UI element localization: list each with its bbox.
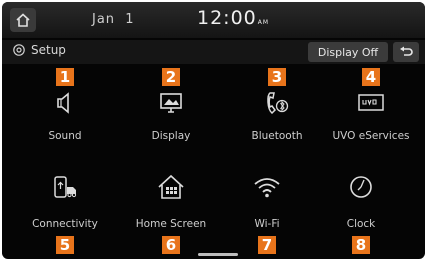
monitor-icon (157, 90, 185, 116)
page-title-label: Setup (31, 43, 66, 57)
page-title: Setup (12, 43, 66, 57)
callout-badge-6: 6 (162, 236, 180, 254)
phone-car-icon (50, 173, 80, 201)
bluetooth-phone-icon (262, 89, 292, 117)
home-icon (15, 13, 31, 27)
clock-label: Clock (346, 218, 376, 230)
connectivity-label: Connectivity (32, 218, 98, 230)
time-suffix: AM (257, 19, 270, 26)
infotainment-screen: Jan 1 12:00AM Setup Display Off 1 Sound … (2, 2, 425, 259)
callout-badge-5: 5 (56, 236, 74, 254)
uvo-eservices-label: UVO eServices (332, 130, 410, 142)
status-time: 12:00AM (197, 7, 269, 29)
back-arrow-icon (399, 46, 413, 58)
time-value: 12:00 (197, 7, 257, 29)
wifi-label: Wi-Fi (254, 218, 280, 230)
sound-label: Sound (48, 130, 82, 142)
header-bar: Setup Display Off (2, 40, 425, 64)
clock-menu-item[interactable]: 8 Clock (308, 162, 414, 258)
display-menu-item[interactable]: 2 Display (118, 64, 224, 160)
home-grid-icon (156, 173, 186, 201)
page-indicator (198, 253, 238, 256)
home-screen-label: Home Screen (135, 218, 207, 230)
callout-badge-1: 1 (56, 68, 74, 86)
back-button[interactable] (393, 42, 419, 62)
status-date: Jan 1 (92, 12, 135, 27)
gear-icon (12, 43, 26, 57)
callout-badge-8: 8 (352, 236, 370, 254)
callout-badge-2: 2 (162, 68, 180, 86)
clock-icon (347, 173, 375, 201)
home-screen-menu-item[interactable]: 6 Home Screen (118, 162, 224, 258)
uvo-eservices-menu-item[interactable]: 4 UVO eServices (318, 64, 424, 160)
wifi-menu-item[interactable]: 7 Wi-Fi (214, 162, 320, 258)
connectivity-menu-item[interactable]: 5 Connectivity (12, 162, 118, 258)
display-off-button[interactable]: Display Off (308, 42, 388, 62)
sound-menu-item[interactable]: 1 Sound (12, 64, 118, 160)
wifi-icon (252, 174, 282, 200)
callout-badge-3: 3 (268, 68, 286, 86)
bluetooth-menu-item[interactable]: 3 Bluetooth (224, 64, 330, 160)
home-button[interactable] (10, 8, 36, 32)
speaker-icon (52, 90, 78, 116)
status-bar: Jan 1 12:00AM (2, 2, 425, 38)
callout-badge-4: 4 (362, 68, 380, 86)
uvo-icon (355, 90, 387, 116)
display-label: Display (151, 130, 191, 142)
bluetooth-label: Bluetooth (251, 130, 303, 142)
callout-badge-7: 7 (258, 236, 276, 254)
